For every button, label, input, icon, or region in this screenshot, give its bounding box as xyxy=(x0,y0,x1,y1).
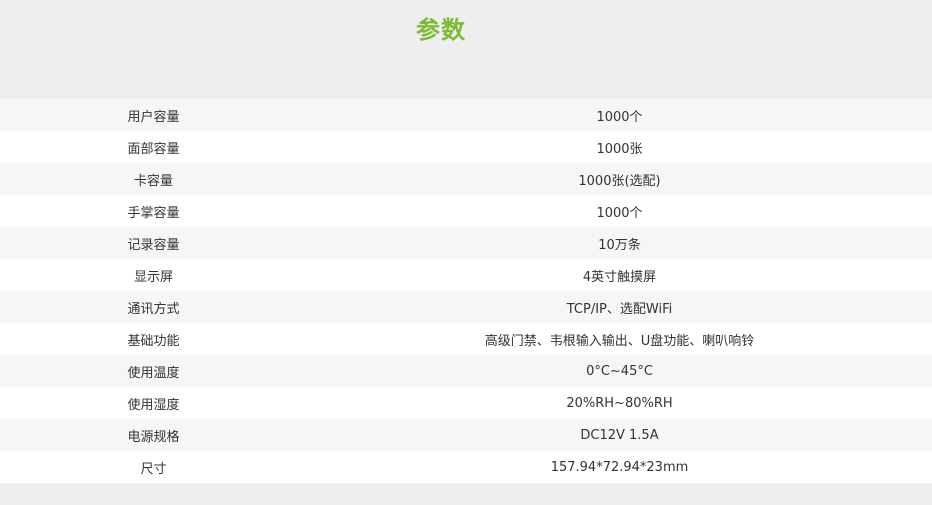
spec-label: 基础功能 xyxy=(0,323,307,355)
spec-value: 1000张(选配) xyxy=(307,163,932,195)
spec-label: 使用温度 xyxy=(0,355,307,387)
page-title: 参数 xyxy=(416,16,466,44)
table-row: 通讯方式 TCP/IP、选配WiFi xyxy=(0,291,932,323)
table-row: 基础功能 高级门禁、韦根输入输出、U盘功能、喇叭响铃 xyxy=(0,323,932,355)
spec-value: 10万条 xyxy=(307,227,932,259)
spec-value: 1000个 xyxy=(307,195,932,227)
spec-label: 记录容量 xyxy=(0,227,307,259)
spec-value: TCP/IP、选配WiFi xyxy=(307,291,932,323)
spec-label: 面部容量 xyxy=(0,131,307,163)
table-row: 用户容量 1000个 xyxy=(0,99,932,131)
spec-value: DC12V 1.5A xyxy=(307,419,932,451)
spec-value: 1000个 xyxy=(307,99,932,131)
spec-value: 157.94*72.94*23mm xyxy=(307,451,932,483)
table-row: 卡容量 1000张(选配) xyxy=(0,163,932,195)
spec-label: 用户容量 xyxy=(0,99,307,131)
spec-label: 电源规格 xyxy=(0,419,307,451)
table-row: 电源规格 DC12V 1.5A xyxy=(0,419,932,451)
spec-value: 20%RH~80%RH xyxy=(307,387,932,419)
page: 参数 用户容量 1000个 面部容量 1000张 卡容量 1000张(选配) 手… xyxy=(0,0,932,505)
spec-label: 尺寸 xyxy=(0,451,307,483)
table-row: 使用温度 0°C~45°C xyxy=(0,355,932,387)
spec-value: 高级门禁、韦根输入输出、U盘功能、喇叭响铃 xyxy=(307,323,932,355)
table-row: 使用湿度 20%RH~80%RH xyxy=(0,387,932,419)
spec-label: 使用湿度 xyxy=(0,387,307,419)
spec-value: 0°C~45°C xyxy=(307,355,932,387)
table-row: 手掌容量 1000个 xyxy=(0,195,932,227)
spec-value: 1000张 xyxy=(307,131,932,163)
table-row: 面部容量 1000张 xyxy=(0,131,932,163)
table-row: 记录容量 10万条 xyxy=(0,227,932,259)
spec-label: 卡容量 xyxy=(0,163,307,195)
spec-value: 4英寸触摸屏 xyxy=(307,259,932,291)
spec-table: 用户容量 1000个 面部容量 1000张 卡容量 1000张(选配) 手掌容量… xyxy=(0,99,932,483)
spec-label: 通讯方式 xyxy=(0,291,307,323)
table-row: 尺寸 157.94*72.94*23mm xyxy=(0,451,932,483)
spec-label: 手掌容量 xyxy=(0,195,307,227)
table-row: 显示屏 4英寸触摸屏 xyxy=(0,259,932,291)
spec-label: 显示屏 xyxy=(0,259,307,291)
